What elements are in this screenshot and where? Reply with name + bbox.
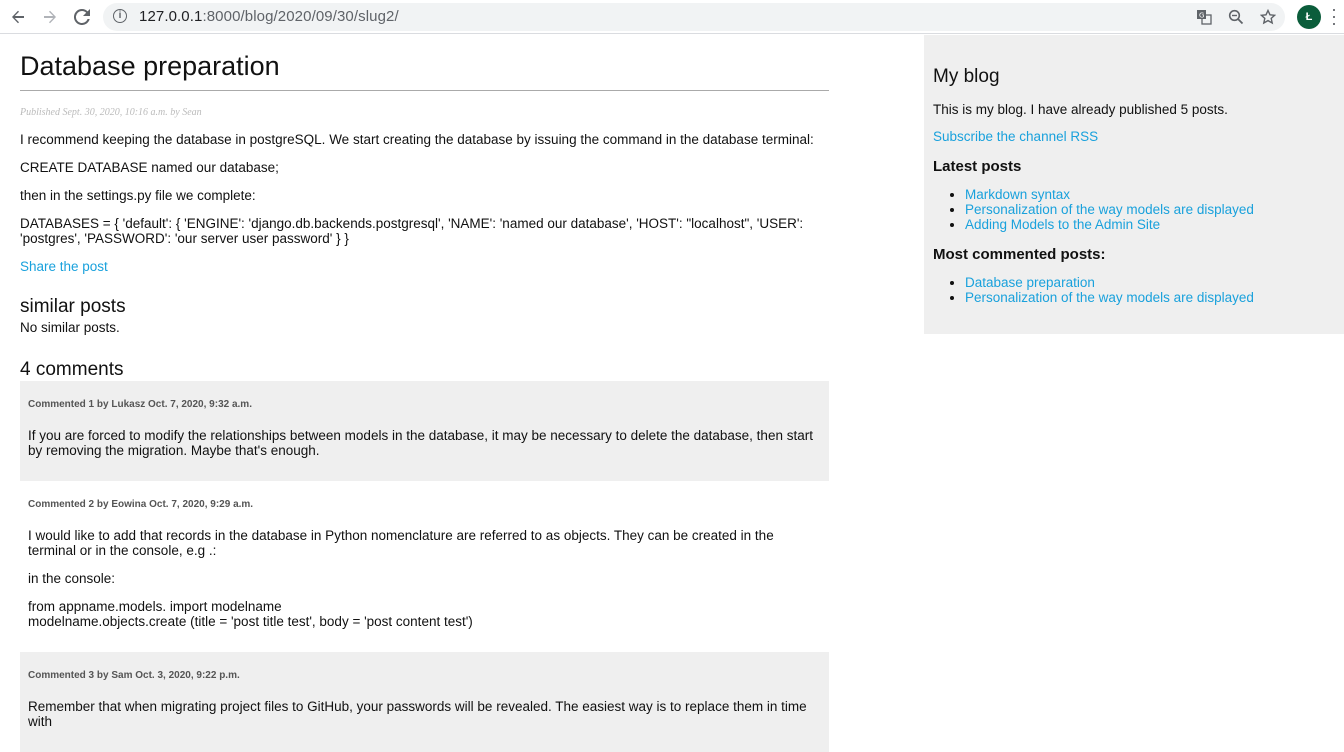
latest-post-link[interactable]: Personalization of the way models are di… [965,202,1254,217]
menu-icon[interactable]: · · · [1331,0,1337,32]
latest-posts-heading: Latest posts [933,158,1022,175]
comment: Commented 3 by Sam Oct. 3, 2020, 9:22 p.… [20,652,829,752]
comment-info: Commented 1 by Lukasz Oct. 7, 2020, 9:32… [28,399,252,410]
forward-arrow-icon[interactable] [37,4,63,30]
site-info-icon[interactable]: i [113,9,127,23]
translate-icon[interactable]: G [1194,7,1214,27]
post-published: Published Sept. 30, 2020, 10:16 a.m. by … [20,107,202,118]
sidebar-title: My blog [933,66,1000,87]
comment-info: Commented 2 by Eowina Oct. 7, 2020, 9:29… [28,499,254,510]
comment-body: Remember that when migrating project fil… [28,699,807,729]
comment-body: modelname.objects.create (title = 'post … [28,614,473,629]
profile-avatar[interactable]: Ł [1297,5,1321,29]
post-paragraph: I recommend keeping the database in post… [20,132,814,147]
most-commented-link[interactable]: Personalization of the way models are di… [965,290,1254,305]
comment-body: in the console: [28,571,116,586]
sidebar: My blog This is my blog. I have already … [924,35,1344,334]
comment: Commented 2 by Eowina Oct. 7, 2020, 9:29… [20,481,829,652]
comment-info: Commented 3 by Sam Oct. 3, 2020, 9:22 p.… [28,670,240,681]
post-paragraph: DATABASES = { 'default': { 'ENGINE': 'dj… [20,216,804,246]
list-item: Markdown syntax [965,187,1344,202]
comment-body: I would like to add that records in the … [28,528,774,558]
address-bar[interactable]: i 127.0.0.1:8000/blog/2020/09/30/slug2/ … [103,3,1285,31]
post-paragraph: CREATE DATABASE named our database; [20,160,279,175]
reload-icon[interactable] [69,4,95,30]
list-item: Database preparation [965,275,1344,290]
rss-subscribe-link[interactable]: Subscribe the channel RSS [933,129,1344,144]
back-arrow-icon[interactable] [5,4,31,30]
sidebar-intro: This is my blog. I have already publishe… [933,102,1228,117]
comment-body: from appname.models. import modelname [28,599,282,614]
latest-posts-list: Markdown syntax Personalization of the w… [933,187,1344,232]
list-item: Adding Models to the Admin Site [965,217,1344,232]
browser-toolbar: i 127.0.0.1:8000/blog/2020/09/30/slug2/ … [0,0,1344,34]
post-title: Database preparation [20,51,829,91]
similar-posts-heading: similar posts [20,296,126,317]
most-commented-list: Database preparation Personalization of … [933,275,1344,305]
latest-post-link[interactable]: Adding Models to the Admin Site [965,217,1160,232]
latest-post-link[interactable]: Markdown syntax [965,187,1070,202]
post-paragraph: then in the settings.py file we complete… [20,188,256,203]
svg-text:G: G [1199,12,1204,20]
url-text[interactable]: 127.0.0.1:8000/blog/2020/09/30/slug2/ [139,8,399,25]
no-similar-text: No similar posts. [20,320,120,335]
share-post-link[interactable]: Share the post [20,259,829,274]
list-item: Personalization of the way models are di… [965,290,1344,305]
comment-body: If you are forced to modify the relation… [28,428,813,458]
bookmark-star-icon[interactable] [1258,7,1278,27]
zoom-icon[interactable] [1226,7,1246,27]
post-content: Database preparation Published Sept. 30,… [20,35,829,752]
comments-heading: 4 comments [20,359,124,380]
comment: Commented 1 by Lukasz Oct. 7, 2020, 9:32… [20,381,829,481]
most-commented-heading: Most commented posts: [933,246,1106,263]
most-commented-link[interactable]: Database preparation [965,275,1095,290]
list-item: Personalization of the way models are di… [965,202,1344,217]
